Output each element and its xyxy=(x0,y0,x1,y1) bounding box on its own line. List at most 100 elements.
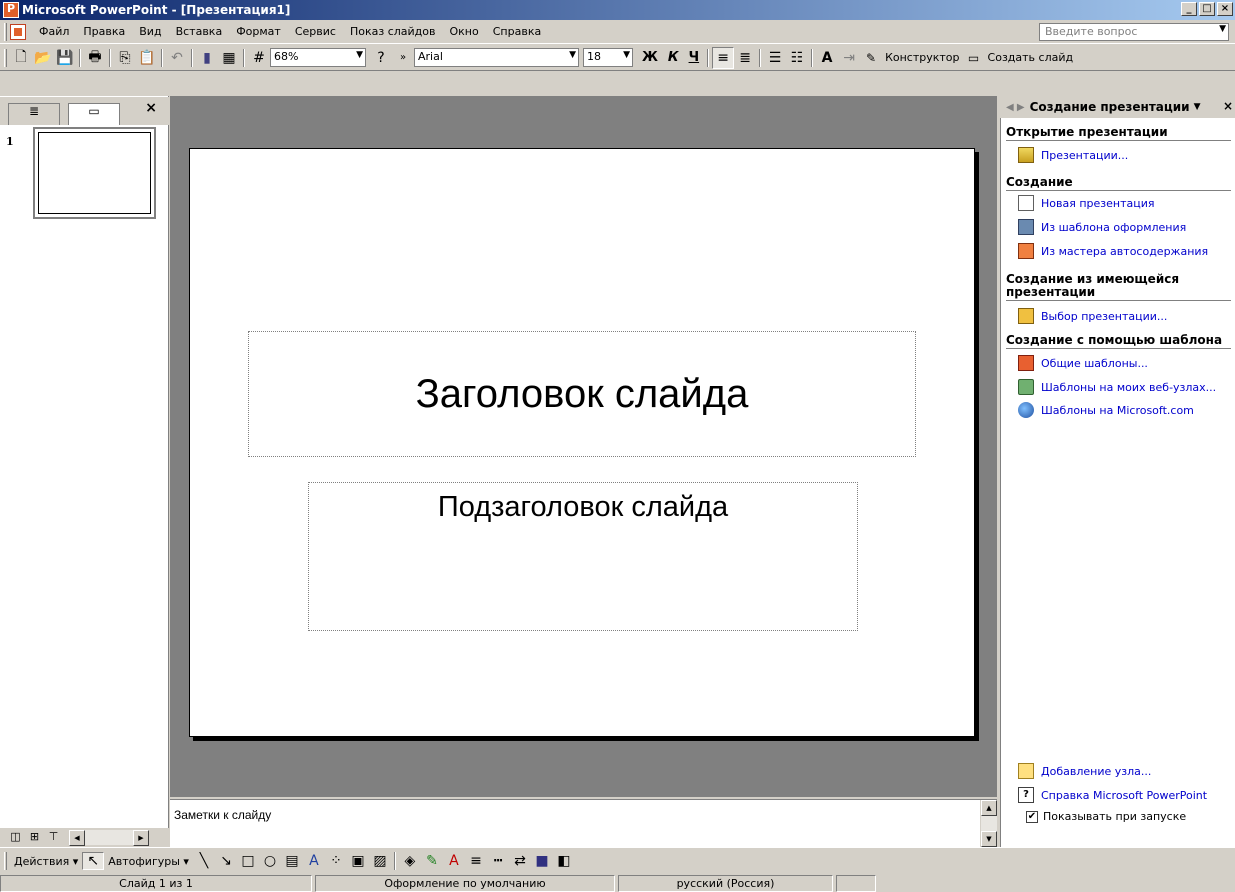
subtitle-placeholder[interactable]: Подзаголовок слайда xyxy=(308,482,858,631)
menu-edit[interactable]: Правка xyxy=(76,25,132,38)
underline-button[interactable]: Ч xyxy=(684,50,705,65)
align-left-icon[interactable]: ≡ xyxy=(712,46,735,69)
menu-format[interactable]: Формат xyxy=(229,25,288,38)
drawing-toolbar-grip[interactable] xyxy=(4,852,7,870)
designer-icon[interactable]: ✎ xyxy=(860,47,882,69)
help-icon[interactable]: ? xyxy=(370,47,392,69)
align-center-icon[interactable]: ≣ xyxy=(734,47,756,69)
close-button[interactable]: × xyxy=(1217,2,1233,16)
toolbar-grip[interactable] xyxy=(4,48,7,67)
slide-thumbnail[interactable] xyxy=(33,127,156,219)
link-templates-microsoft[interactable]: Шаблоны на Microsoft.com xyxy=(1018,402,1194,418)
copy-icon[interactable]: ⎘ xyxy=(114,47,136,69)
font-size-select[interactable]: 18 ▼ xyxy=(583,48,633,67)
notes-scrollbar[interactable]: ▲ ▼ xyxy=(980,800,997,847)
chevron-down-icon[interactable]: ▼ xyxy=(1219,24,1226,34)
italic-button[interactable]: К xyxy=(663,50,684,65)
shadow-icon[interactable]: ■ xyxy=(531,853,553,869)
help-question-input[interactable]: Введите вопрос ▼ xyxy=(1039,23,1229,41)
rectangle-icon[interactable]: □ xyxy=(237,853,259,869)
link-templates-my-sites[interactable]: Шаблоны на моих веб-узлах... xyxy=(1018,379,1216,395)
line-icon[interactable]: ╲ xyxy=(193,853,215,869)
menu-insert[interactable]: Вставка xyxy=(169,25,230,38)
paste-icon[interactable]: 📋 xyxy=(136,47,158,69)
scroll-up-icon[interactable]: ▲ xyxy=(981,800,997,816)
insert-chart-icon[interactable]: ▮ xyxy=(196,47,218,69)
tab-slides-icon[interactable]: ▭ xyxy=(68,103,120,125)
toolbar-options-icon[interactable]: » xyxy=(392,47,414,69)
increase-indent-icon[interactable]: ⇥ xyxy=(838,47,860,69)
new-document-icon[interactable]: 🗋 xyxy=(10,47,32,69)
fill-color-icon[interactable]: ◈ xyxy=(399,853,421,869)
wordart-icon[interactable]: A xyxy=(303,853,325,869)
task-pane-title[interactable]: Создание презентации xyxy=(1030,100,1190,114)
menu-slide-show[interactable]: Показ слайдов xyxy=(343,25,443,38)
maximize-button[interactable]: □ xyxy=(1199,2,1215,16)
arrow-icon[interactable]: ↘ xyxy=(215,853,237,869)
minimize-button[interactable]: _ xyxy=(1181,2,1197,16)
autoshapes-menu[interactable]: Автофигуры ▾ xyxy=(104,855,193,868)
menu-view[interactable]: Вид xyxy=(132,25,168,38)
numbered-list-icon[interactable]: ☰ xyxy=(764,47,786,69)
new-slide-button[interactable]: Создать слайд xyxy=(985,51,1077,64)
link-powerpoint-help[interactable]: ? Справка Microsoft PowerPoint xyxy=(1018,787,1207,803)
arrow-style-icon[interactable]: ⇄ xyxy=(509,853,531,869)
normal-view-icon[interactable]: ◫ xyxy=(8,830,23,845)
designer-button[interactable]: Конструктор xyxy=(882,51,962,64)
link-autocontent-wizard[interactable]: Из мастера автосодержания xyxy=(1018,243,1208,259)
text-box-icon[interactable]: ▤ xyxy=(281,853,303,869)
scroll-right-icon[interactable]: ▶ xyxy=(133,830,149,846)
diagram-icon[interactable]: ⁘ xyxy=(325,853,347,869)
scroll-left-icon[interactable]: ◀ xyxy=(69,830,85,846)
line-color-icon[interactable]: ✎ xyxy=(421,853,443,869)
font-color-icon[interactable]: A xyxy=(443,853,465,869)
font-select[interactable]: Arial ▼ xyxy=(414,48,579,67)
link-new-presentation[interactable]: Новая презентация xyxy=(1018,195,1155,211)
link-add-node[interactable]: Добавление узла... xyxy=(1018,763,1151,779)
horizontal-scrollbar[interactable]: ◀ ▶ xyxy=(69,830,149,846)
actions-menu[interactable]: Действия ▾ xyxy=(10,855,82,868)
menu-window[interactable]: Окно xyxy=(443,25,486,38)
notes-pane[interactable]: Заметки к слайду ▲ ▼ xyxy=(170,799,997,847)
insert-table-icon[interactable]: ▦ xyxy=(218,47,240,69)
scroll-down-icon[interactable]: ▼ xyxy=(981,831,997,847)
menu-help[interactable]: Справка xyxy=(486,25,548,38)
title-placeholder[interactable]: Заголовок слайда xyxy=(248,331,916,457)
open-folder-icon[interactable]: 📂 xyxy=(32,47,54,69)
link-design-template[interactable]: Из шаблона оформления xyxy=(1018,219,1186,235)
bulleted-list-icon[interactable]: ☷ xyxy=(786,47,808,69)
select-arrow-icon[interactable]: ↖ xyxy=(82,852,105,870)
link-presentations[interactable]: Презентации... xyxy=(1018,147,1128,163)
3d-icon[interactable]: ◧ xyxy=(553,853,575,869)
dash-style-icon[interactable]: ┅ xyxy=(487,853,509,869)
menu-tools[interactable]: Сервис xyxy=(288,25,343,38)
print-icon[interactable]: 🖶 xyxy=(84,47,106,69)
back-forward-icon[interactable]: ◀ ▶ xyxy=(1006,102,1025,113)
show-at-startup-checkbox[interactable]: ✔ Показывать при запуске xyxy=(1026,810,1186,823)
menu-file[interactable]: Файл xyxy=(32,25,76,38)
slide-show-icon[interactable]: ⊤ xyxy=(46,830,61,845)
document-menu-icon[interactable] xyxy=(10,23,26,40)
chevron-down-icon[interactable]: ▼ xyxy=(1194,102,1201,112)
undo-icon[interactable]: ↶ xyxy=(166,47,188,69)
clipart-icon[interactable]: ▣ xyxy=(347,853,369,869)
link-general-templates[interactable]: Общие шаблоны... xyxy=(1018,355,1148,371)
powerpoint-app-icon[interactable] xyxy=(3,2,19,18)
oval-icon[interactable]: ○ xyxy=(259,853,281,869)
zoom-select[interactable]: 68% ▼ xyxy=(270,48,366,67)
save-icon[interactable]: 💾 xyxy=(54,47,76,69)
bold-button[interactable]: Ж xyxy=(637,50,663,65)
menu-grip[interactable] xyxy=(4,22,7,41)
close-icon[interactable]: × xyxy=(145,100,157,116)
picture-icon[interactable]: ▨ xyxy=(369,853,391,869)
new-slide-icon[interactable]: ▭ xyxy=(963,47,985,69)
checkmark-icon[interactable]: ✔ xyxy=(1026,810,1038,823)
slide-sorter-icon[interactable]: ⊞ xyxy=(27,830,42,845)
line-style-icon[interactable]: ≡ xyxy=(465,853,487,869)
grid-icon[interactable]: # xyxy=(248,47,270,69)
link-choose-presentation[interactable]: Выбор презентации... xyxy=(1018,308,1167,324)
folder-icon xyxy=(1018,147,1034,163)
close-icon[interactable]: × xyxy=(1223,99,1233,113)
tab-outline-icon[interactable]: ≣ xyxy=(8,103,60,125)
increase-font-icon[interactable]: A xyxy=(816,47,838,69)
